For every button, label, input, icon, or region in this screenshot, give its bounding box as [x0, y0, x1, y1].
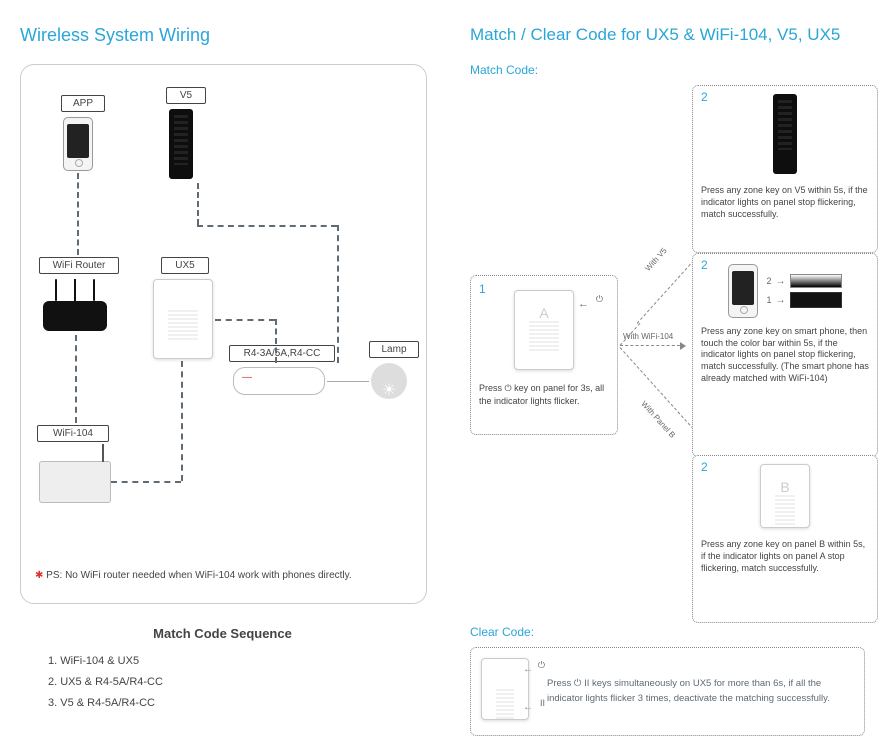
step2-wifi-devices: 2→ 1→ [701, 264, 869, 318]
zonebar-icon [790, 292, 842, 308]
right-title: Match / Clear Code for UX5 & WiFi-104, V… [470, 25, 865, 45]
label-lamp: Lamp [369, 341, 419, 358]
clear-ii-icon: II [540, 698, 545, 708]
page: Wireless System Wiring APP V5 WiFi Route… [0, 0, 881, 732]
label-v5: V5 [166, 87, 206, 104]
device-phone [63, 117, 93, 176]
seq-item-1: 1. WiFi-104 & UX5 [48, 651, 440, 672]
device-ux5-panel [153, 279, 213, 364]
clear-devices: ⏻ ← II ← [481, 658, 529, 725]
device-v5-remote [169, 109, 193, 184]
right-column: Match / Clear Code for UX5 & WiFi-104, V… [470, 25, 865, 736]
wire-ux5-recv-h [215, 319, 275, 321]
step2-panelb-box: 2 Press any zone key on panel B within 5… [692, 455, 878, 623]
step1-ux5-panel [514, 290, 574, 370]
left-title: Wireless System Wiring [20, 25, 440, 46]
device-router [43, 301, 107, 336]
step2-wifi-text: Press any zone key on smart phone, then … [701, 326, 869, 384]
seq-item-2: 2. UX5 & R4-5A/R4-CC [48, 672, 440, 693]
path-label-v5: With V5 [643, 246, 668, 273]
step1-text: Press ⏻ key on panel for 3s, all the ind… [479, 382, 609, 407]
ps-note-text: PS: No WiFi router needed when WiFi-104 … [46, 570, 352, 581]
seq-list: 1. WiFi-104 & UX5 2. UX5 & R4-5A/R4-CC 3… [20, 651, 440, 714]
step2-v5-text: Press any zone key on V5 within 5s, if t… [701, 184, 869, 220]
step1-box: 1 ⏻ ← Press ⏻ key on panel for 3s, all t… [470, 275, 618, 435]
wire-wifi104-ux5-v [181, 361, 183, 481]
clear-ux5-panel [481, 658, 529, 720]
step2-v5-num: 2 [701, 90, 708, 104]
wire-wifi104-ux5-h [111, 481, 181, 483]
label-receiver: R4-3A/5A,R4-CC [229, 345, 335, 362]
wiring-diagram: APP V5 WiFi Router UX5 R4-3A/5A,R4-CC La… [20, 64, 427, 604]
annot-2: 2 [766, 276, 771, 286]
step2-wifi-box: 2 2→ 1→ Press any zone key on smart phon… [692, 253, 878, 457]
step2-panelb-device [701, 464, 869, 530]
ps-note: ✱ PS: No WiFi router needed when WiFi-10… [35, 570, 352, 581]
clear-box: ⏻ ← II ← Press ⏻ II keys simultaneously … [470, 647, 865, 736]
clear-power-icon: ⏻ [538, 660, 545, 671]
device-lamp [371, 363, 407, 404]
annot-1: 1 [766, 295, 771, 305]
wire-app-router [77, 173, 79, 255]
label-ux5: UX5 [161, 257, 209, 274]
power-icon: ⏻ [596, 294, 603, 305]
wire-router-wifi104 [75, 335, 77, 423]
step1-panel-wrap: ⏻ ← [479, 290, 609, 372]
clear-text: Press ⏻ II keys simultaneously on UX5 fo… [547, 677, 854, 706]
step2-v5-box: 2 Press any zone key on V5 within 5s, if… [692, 85, 878, 253]
seq-title: Match Code Sequence [20, 626, 425, 641]
left-column: Wireless System Wiring APP V5 WiFi Route… [20, 25, 440, 714]
clear-heading: Clear Code: [470, 625, 865, 639]
device-receiver [233, 367, 325, 400]
wire-v5-recv-h [197, 225, 337, 227]
colorbar-icon [790, 274, 842, 288]
wire-v5-recv-v2 [337, 225, 339, 363]
device-wifi104 [39, 461, 111, 508]
arrow-wifi [620, 345, 680, 346]
label-wifi-router: WiFi Router [39, 257, 119, 274]
step2-panelb-text: Press any zone key on panel B within 5s,… [701, 538, 869, 574]
step2-v5-device [701, 94, 869, 176]
wire-recv-lamp [327, 381, 369, 382]
label-app: APP [61, 95, 105, 112]
match-diagram: 1 ⏻ ← Press ⏻ key on panel for 3s, all t… [470, 85, 865, 615]
wire-v5-recv-v1 [197, 183, 199, 225]
wire-ux5-recv-v [275, 319, 277, 363]
step2-panelb-num: 2 [701, 460, 708, 474]
label-wifi104: WiFi-104 [37, 425, 109, 442]
seq-item-3: 3. V5 & R4-5A/R4-CC [48, 693, 440, 714]
step2-wifi-phone [728, 264, 758, 318]
match-heading: Match Code: [470, 63, 865, 77]
